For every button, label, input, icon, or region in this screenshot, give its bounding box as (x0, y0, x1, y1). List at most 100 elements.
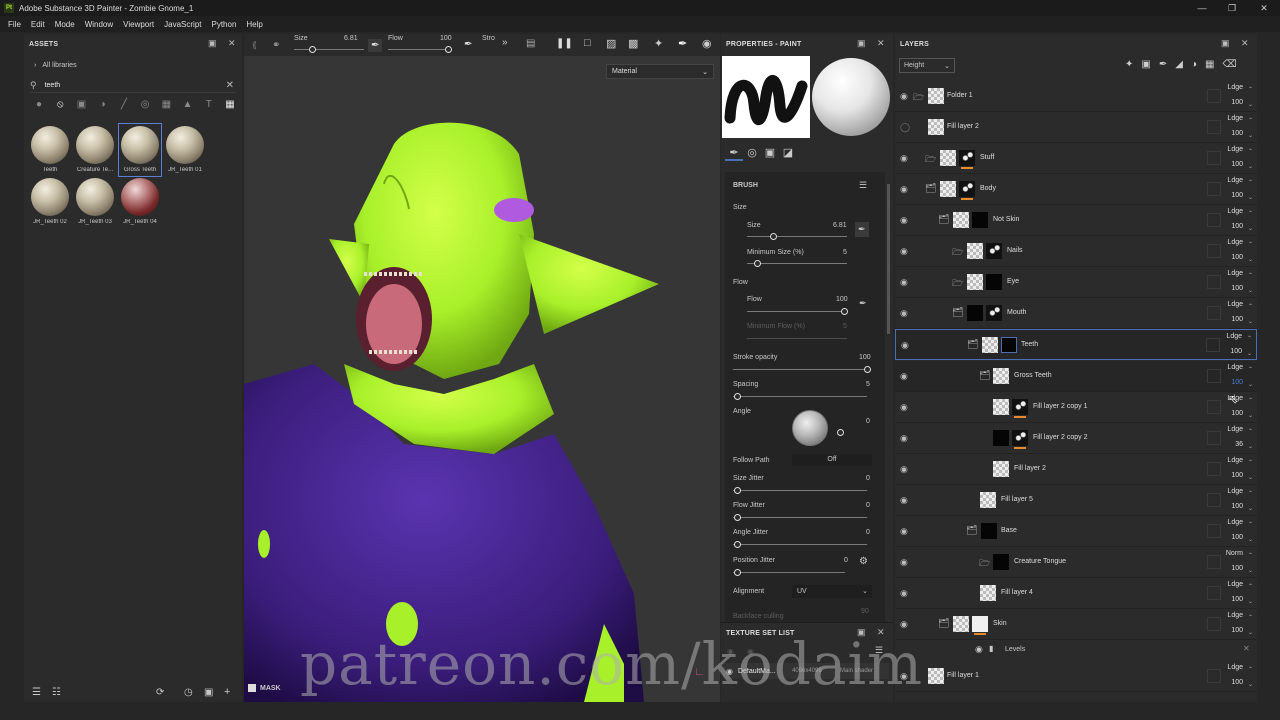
layer-opacity[interactable]: 100 (1231, 285, 1243, 292)
layer-row[interactable]: ◉ 🗂 Body Ldge ⌃ 100 ⌄ (895, 174, 1257, 205)
layer-mask-slot[interactable] (1207, 244, 1221, 258)
import-icon[interactable]: ▣ (204, 687, 213, 698)
folder-open-icon[interactable]: 🗂 (967, 339, 978, 350)
list-view-icon[interactable]: ☷ (52, 687, 61, 698)
toolbar-size-knob[interactable] (309, 46, 316, 53)
layer-blend-mode[interactable]: Ldge (1227, 519, 1243, 526)
eye-icon[interactable]: ◉ (900, 619, 908, 630)
layer-opacity[interactable]: 100 (1231, 627, 1243, 634)
layer-mask-slot[interactable] (1207, 369, 1221, 383)
layer-mask-slot[interactable] (1207, 400, 1221, 414)
layer-opacity[interactable]: 100 (1231, 596, 1243, 603)
layer-row[interactable]: ◉ 🗂 Not Skin Ldge ⌃ 100 ⌄ (895, 205, 1257, 236)
filter-generators-icon[interactable]: ▲ (181, 99, 195, 110)
asset-creature-teeth[interactable]: Creature Te... (74, 126, 116, 178)
layer-opacity[interactable]: 100 (1231, 503, 1243, 510)
minimize-icon[interactable]: — (1186, 0, 1218, 16)
properties-scrollbar[interactable] (887, 184, 890, 334)
eye-icon[interactable]: ◉ (901, 340, 909, 351)
layer-blend-mode[interactable]: Ldge (1227, 426, 1243, 433)
layer-row[interactable]: ◉ 🗁 Nails Ldge ⌃ 100 ⌄ (895, 236, 1257, 267)
layer-mask-slot[interactable] (1206, 338, 1220, 352)
layer-blend-mode[interactable]: Ldge (1227, 581, 1243, 588)
add-group-icon[interactable]: ◑ (1191, 59, 1197, 70)
layer-mask-slot[interactable] (1207, 120, 1221, 134)
layer-blend-mode[interactable]: Ldge (1227, 239, 1243, 246)
position-jitter-slider[interactable] (733, 572, 845, 573)
eye-icon[interactable]: ◉ (900, 464, 908, 475)
mask-indicator[interactable]: MASK (248, 684, 281, 692)
layer-row[interactable]: ◉ Fill layer 5 Ldge ⌃ 100 ⌄ (895, 485, 1257, 516)
eye-icon[interactable]: ◉ (975, 644, 983, 655)
add-effect-icon[interactable]: ✦ (1125, 59, 1133, 70)
stroke-opacity-value[interactable]: 100 (859, 354, 871, 361)
layer-opacity[interactable]: 100 (1230, 348, 1242, 355)
size-knob[interactable] (770, 233, 777, 240)
folder-icon[interactable]: 🗁 (913, 90, 924, 106)
eye-icon[interactable]: ◉ (900, 402, 908, 413)
tab-stencil-icon[interactable]: ▣ (761, 146, 779, 159)
flow-pressure-icon[interactable]: ✒ (859, 298, 867, 309)
layer-mask-slot[interactable] (1207, 586, 1221, 600)
size-slider[interactable] (747, 236, 847, 237)
eye-icon[interactable]: ◉ (900, 184, 908, 195)
eye-icon[interactable]: ◉ (900, 91, 908, 102)
collapse-icon[interactable]: ⟪ (252, 40, 257, 51)
layer-mask-slot[interactable] (1207, 669, 1221, 683)
filter-brushes-icon[interactable]: ╱ (117, 99, 131, 110)
folder-icon[interactable]: 🗁 (952, 276, 963, 292)
asset-jr-teeth-01[interactable]: JR_Teeth 01 (164, 126, 206, 178)
layer-mask-slot[interactable] (1207, 213, 1221, 227)
size-jitter-slider[interactable] (733, 490, 867, 491)
eye-icon[interactable]: ◉ (900, 526, 908, 537)
layer-row[interactable]: ◉ 🗁 Eye Ldge ⌃ 100 ⌄ (895, 267, 1257, 298)
menu-edit[interactable]: Edit (31, 20, 45, 29)
viewport-mode-select[interactable]: Material ⌄ (606, 64, 714, 79)
layer-blend-mode[interactable]: Ldge (1227, 115, 1243, 122)
layer-mask-slot[interactable] (1207, 306, 1221, 320)
screenshot-icon[interactable]: ◉ (702, 37, 712, 50)
remove-effect-icon[interactable]: ✕ (1243, 644, 1250, 653)
layer-row[interactable]: ◉ Fill layer 2 copy 2 Ldge ⌃ 36 ⌄ (895, 423, 1257, 454)
flow-value[interactable]: 100 (836, 296, 848, 303)
tab-brush-icon[interactable]: ✒ (725, 146, 743, 161)
layer-opacity[interactable]: 100 (1231, 130, 1243, 137)
size-jitter-knob[interactable] (734, 487, 741, 494)
filter-list-icon[interactable]: ☰ (32, 687, 41, 698)
more-icon[interactable]: » (502, 37, 508, 48)
folder-open-icon[interactable]: 🗂 (938, 214, 949, 225)
angle-jitter-value[interactable]: 0 (866, 529, 870, 536)
layer-opacity[interactable]: 100 (1231, 316, 1243, 323)
asset-teeth[interactable]: Teeth (29, 126, 71, 178)
layer-blend-mode[interactable]: Ldge (1227, 84, 1243, 91)
filter-fonts-icon[interactable]: T (202, 99, 216, 110)
add-fill-layer-icon[interactable]: ◢ (1175, 59, 1183, 70)
layer-opacity[interactable]: 100 (1231, 99, 1243, 106)
layer-mask-slot[interactable] (1207, 275, 1221, 289)
min-size-slider[interactable] (747, 263, 847, 264)
layer-blend-mode[interactable]: Ldge (1227, 364, 1243, 371)
folder-open-icon[interactable]: 🗂 (979, 370, 990, 381)
effect-row[interactable]: ◉ ▮ Levels ✕ (895, 641, 1257, 659)
layer-row[interactable]: ◉ Fill layer 2 copy 1 Ldge ⌃ 100 ⌄ (895, 392, 1257, 423)
menu-window[interactable]: Window (85, 20, 113, 29)
menu-python[interactable]: Python (212, 20, 237, 29)
layer-opacity[interactable]: 100 (1231, 472, 1243, 479)
close-panel-icon[interactable]: ✕ (877, 627, 885, 638)
layer-blend-mode[interactable]: Ldge (1227, 457, 1243, 464)
jitter-settings-icon[interactable]: ⚙ (859, 556, 868, 567)
close-icon[interactable]: ✕ (1248, 0, 1280, 16)
tab-alpha-icon[interactable]: ◪ (779, 146, 797, 159)
layer-row[interactable]: ◉ 🗂 Base Ldge ⌃ 100 ⌄ (895, 516, 1257, 547)
filter-environments-icon[interactable]: ◑ (96, 99, 110, 110)
asset-jr-teeth-02[interactable]: JR_Teeth 02 (29, 178, 71, 230)
layer-blend-mode[interactable]: Ldge (1227, 488, 1243, 495)
filter-materials-icon[interactable]: ● (32, 99, 46, 110)
symmetry-icon[interactable]: ▤ (526, 38, 535, 49)
add-folder-icon[interactable]: ▦ (1205, 59, 1214, 70)
layer-blend-mode[interactable]: Ldge (1227, 146, 1243, 153)
follow-path-toggle[interactable]: Off (792, 454, 872, 466)
paint-brush-icon[interactable]: ✒ (678, 37, 687, 50)
toolbar-size-slider[interactable] (294, 49, 364, 50)
layer-mask-slot[interactable] (1207, 617, 1221, 631)
